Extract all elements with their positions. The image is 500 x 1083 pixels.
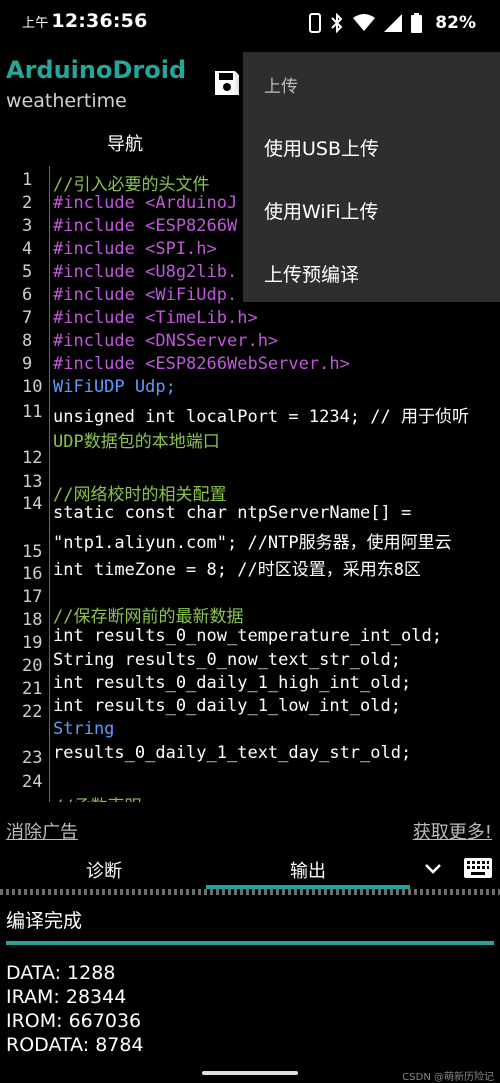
line-number: 19 bbox=[22, 633, 43, 653]
code-line[interactable]: #include <ESP8266W bbox=[53, 216, 237, 236]
code-line[interactable]: #include <ESP8266WebServer.h> bbox=[53, 354, 350, 374]
line-number: 14 bbox=[22, 494, 43, 514]
line-number: 12 bbox=[22, 448, 43, 468]
battery-icon bbox=[411, 13, 423, 33]
output-line: DATA: 1288 bbox=[6, 962, 116, 984]
vibrate-icon bbox=[309, 13, 322, 33]
code-line[interactable]: String bbox=[53, 719, 114, 739]
menu-item-wifi-upload[interactable]: 使用WiFi上传 bbox=[264, 197, 378, 224]
code-line[interactable]: int timeZone = 8; //时区设置，采用东8区 bbox=[53, 555, 421, 580]
line-number: 6 bbox=[22, 285, 33, 305]
line-number: 22 bbox=[22, 702, 43, 722]
home-indicator[interactable] bbox=[202, 1071, 298, 1075]
sketch-name: weathertime bbox=[6, 90, 127, 112]
output-line: RODATA: 8784 bbox=[6, 1034, 144, 1056]
line-number: 5 bbox=[22, 262, 33, 282]
line-number: 20 bbox=[22, 656, 43, 676]
code-line[interactable]: results_0_daily_1_text_day_str_old; bbox=[53, 743, 411, 763]
menu-item-usb-upload[interactable]: 使用USB上传 bbox=[264, 134, 379, 161]
output-line: IRAM: 28344 bbox=[6, 986, 127, 1008]
code-line[interactable]: //保存断网前的最新数据 bbox=[53, 602, 243, 627]
line-number: 9 bbox=[22, 354, 33, 374]
gutter-divider bbox=[49, 166, 50, 802]
keyboard-icon[interactable] bbox=[464, 858, 492, 878]
status-bar: 上午 12:36:56 82% bbox=[0, 0, 500, 46]
code-line[interactable]: String results_0_now_text_str_old; bbox=[53, 650, 401, 670]
status-icons: 82% bbox=[309, 11, 476, 35]
code-line[interactable]: "ntp1.aliyun.com"; //NTP服务器，使用阿里云 bbox=[53, 528, 452, 553]
battery-level: 82% bbox=[435, 13, 476, 33]
save-icon[interactable] bbox=[212, 68, 242, 98]
app-title: ArduinoDroid bbox=[6, 56, 187, 84]
line-number: 23 bbox=[22, 748, 43, 768]
code-line[interactable]: //函数声明 bbox=[53, 792, 141, 802]
watermark: CSDN @萌新历险记 bbox=[402, 1072, 494, 1083]
remove-ads-link[interactable]: 消除广告 bbox=[6, 818, 78, 844]
code-line[interactable]: #include <ArduinoJ bbox=[53, 193, 237, 213]
code-line[interactable]: #include <WiFiUdp. bbox=[53, 285, 237, 305]
code-line[interactable]: WiFiUDP Udp; bbox=[53, 377, 176, 397]
line-number: 15 bbox=[22, 542, 43, 562]
status-time: 上午 12:36:56 bbox=[22, 10, 148, 32]
bluetooth-icon bbox=[331, 13, 343, 33]
menu-item-precompiled-upload[interactable]: 上传预编译 bbox=[264, 260, 359, 287]
code-line[interactable]: int results_0_daily_1_low_int_old; bbox=[53, 696, 401, 716]
compile-status: 编译完成 bbox=[6, 910, 83, 932]
tab-diagnostics[interactable]: 诊断 bbox=[86, 857, 122, 883]
code-line[interactable]: #include <U8g2lib. bbox=[53, 262, 237, 282]
upload-menu: 上传 使用USB上传 使用WiFi上传 上传预编译 bbox=[243, 52, 500, 302]
compile-progress-bar bbox=[6, 941, 494, 945]
line-number: 4 bbox=[22, 239, 33, 259]
code-line[interactable]: UDP数据包的本地端口 bbox=[53, 427, 220, 452]
code-line[interactable]: #include <TimeLib.h> bbox=[53, 308, 258, 328]
code-line[interactable]: #include <DNSServer.h> bbox=[53, 331, 278, 351]
code-line[interactable]: int results_0_now_temperature_int_old; bbox=[53, 626, 442, 646]
line-number: 17 bbox=[22, 587, 43, 607]
line-number: 24 bbox=[22, 772, 43, 792]
menu-header: 上传 bbox=[264, 77, 298, 97]
line-number: 2 bbox=[22, 193, 33, 213]
code-line[interactable]: //网络校时的相关配置 bbox=[53, 480, 226, 505]
code-line[interactable]: static const char ntpServerName[] = bbox=[53, 503, 411, 523]
tab-navigation[interactable]: 导航 bbox=[107, 130, 143, 156]
line-number: 11 bbox=[22, 402, 43, 422]
code-line[interactable]: //引入必要的头文件 bbox=[53, 170, 209, 195]
line-number: 3 bbox=[22, 216, 33, 236]
line-number: 10 bbox=[22, 377, 43, 397]
code-line[interactable]: int results_0_daily_1_high_int_old; bbox=[53, 673, 411, 693]
code-line[interactable]: #include <SPI.h> bbox=[53, 239, 217, 259]
line-number: 18 bbox=[22, 610, 43, 630]
line-number: 21 bbox=[22, 679, 43, 699]
output-line: IROM: 667036 bbox=[6, 1010, 142, 1032]
code-line[interactable]: unsigned int localPort = 1234; // 用于侦听 bbox=[53, 402, 469, 427]
line-number: 1 bbox=[22, 170, 33, 190]
signal-icon bbox=[384, 14, 403, 32]
line-number: 7 bbox=[22, 308, 33, 328]
line-number: 8 bbox=[22, 331, 33, 351]
pane-divider[interactable] bbox=[0, 889, 500, 895]
line-number: 13 bbox=[22, 472, 43, 492]
line-number: 16 bbox=[22, 564, 43, 584]
wifi-icon bbox=[353, 14, 376, 31]
tab-output[interactable]: 输出 bbox=[290, 857, 326, 883]
chevron-down-icon[interactable] bbox=[424, 862, 442, 876]
get-more-link[interactable]: 获取更多! bbox=[413, 818, 492, 844]
